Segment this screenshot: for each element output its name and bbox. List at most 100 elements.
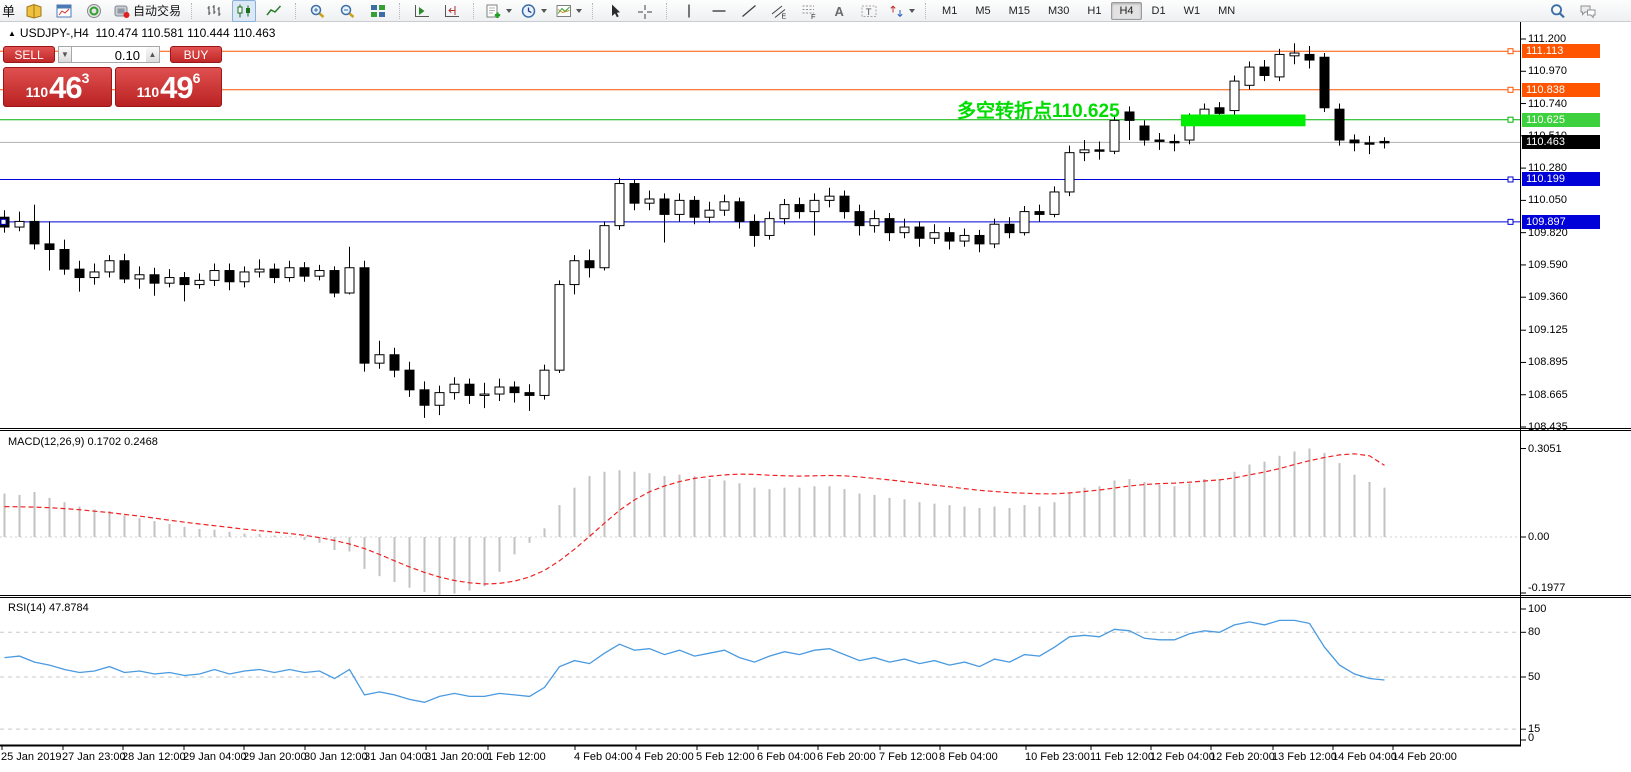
buy-price-display[interactable]: 110496: [115, 67, 222, 107]
arrows-icon: [888, 3, 906, 19]
bear-candle: [945, 233, 954, 241]
bear-candle: [975, 235, 984, 243]
bull-candle: [765, 219, 774, 236]
chart-window-button[interactable]: [52, 0, 76, 22]
autotrading-button[interactable]: 自动交易: [112, 0, 182, 22]
buy-button[interactable]: BUY: [170, 46, 222, 63]
macd-axis-label: 0.00: [1528, 531, 1549, 543]
volume-increase-button[interactable]: ▲: [146, 46, 160, 63]
bull-candle: [15, 221, 24, 227]
equidistant-channel-button[interactable]: E: [767, 0, 791, 22]
timeframe-button-h1[interactable]: H1: [1079, 2, 1109, 20]
new-order-button[interactable]: [22, 0, 46, 22]
bear-candle: [915, 227, 924, 238]
line-anchor-marker[interactable]: [1508, 117, 1513, 122]
timeframe-button-mn[interactable]: MN: [1210, 2, 1243, 20]
tile-windows-button[interactable]: [366, 0, 390, 22]
volume-input[interactable]: 0.10: [72, 46, 146, 63]
fibonacci-button[interactable]: F: [797, 0, 821, 22]
horizontal-line-button[interactable]: [707, 0, 731, 22]
dropdown-caret-icon[interactable]: [541, 9, 547, 13]
line-anchor-marker[interactable]: [1508, 219, 1513, 224]
chat-icon: [1579, 3, 1597, 19]
sell-price-display[interactable]: 110463: [3, 67, 112, 107]
zoom-out-icon: [339, 3, 357, 19]
bull-candle: [990, 224, 999, 244]
pivot-annotation-text[interactable]: 多空转折点110.625: [957, 96, 1120, 123]
new-order-plus-button[interactable]: [484, 0, 513, 22]
bull-candle: [1080, 150, 1089, 153]
collapse-icon[interactable]: ▲: [8, 29, 16, 38]
fibonacci-icon: F: [800, 3, 818, 19]
zoom-out-button[interactable]: [336, 0, 360, 22]
price-badge-110.463: 110.463: [1522, 135, 1600, 149]
period-button[interactable]: [519, 0, 548, 22]
bull-candle: [1020, 212, 1029, 233]
bear-candle: [405, 370, 414, 390]
bull-candle: [960, 235, 969, 241]
text-button[interactable]: A: [827, 0, 851, 22]
bear-candle: [1365, 143, 1374, 144]
sell-button[interactable]: SELL: [3, 46, 55, 63]
timeframe-button-w1[interactable]: W1: [1176, 2, 1209, 20]
bear-candle: [1380, 141, 1389, 142]
timeframe-button-m1[interactable]: M1: [934, 2, 965, 20]
search-button[interactable]: [1546, 0, 1570, 22]
candlestick-chart-button[interactable]: [232, 0, 256, 22]
tile-windows-icon: [369, 3, 387, 19]
bear-candle: [1320, 57, 1329, 108]
toolbar-separator: [295, 3, 297, 19]
bull-candle: [810, 200, 819, 211]
line-anchor-marker[interactable]: [1, 219, 6, 224]
trendline-button[interactable]: [737, 0, 761, 22]
dropdown-caret-icon[interactable]: [576, 9, 582, 13]
timeframe-button-m30[interactable]: M30: [1040, 2, 1077, 20]
text-label-button[interactable]: T: [857, 0, 881, 22]
price-badge-110.625: 110.625: [1522, 113, 1600, 127]
line-anchor-marker[interactable]: [1508, 49, 1513, 54]
vertical-line-icon: [680, 3, 698, 19]
bull-candle: [930, 233, 939, 239]
dropdown-caret-icon[interactable]: [909, 9, 915, 13]
vertical-line-button[interactable]: [677, 0, 701, 22]
pivot-zone-rectangle[interactable]: [1181, 114, 1306, 126]
price-axis-label: 108.895: [1528, 356, 1568, 368]
bear-candle: [660, 199, 669, 214]
line-anchor-marker[interactable]: [1508, 177, 1513, 182]
svg-text:T: T: [866, 6, 872, 17]
template-button[interactable]: [554, 0, 583, 22]
crosshair-button[interactable]: [633, 0, 657, 22]
rsi-axis-label: 80: [1528, 626, 1540, 638]
time-axis-label: 27 Jan 23:00: [62, 751, 126, 763]
auto-scroll-button[interactable]: [410, 0, 434, 22]
line-chart-icon: [265, 3, 283, 19]
volume-decrease-button[interactable]: ▼: [58, 46, 72, 63]
navigator-button[interactable]: [82, 0, 106, 22]
toolbar-separator: [399, 3, 401, 19]
timeframe-button-m15[interactable]: M15: [1001, 2, 1038, 20]
timeframe-button-m5[interactable]: M5: [967, 2, 998, 20]
chart-canvas[interactable]: [0, 0, 1631, 772]
time-axis-label: 31 Jan 04:00: [364, 751, 428, 763]
bear-candle: [225, 271, 234, 282]
price-axis-label: 109.125: [1528, 324, 1568, 336]
dropdown-caret-icon[interactable]: [506, 9, 512, 13]
toolbar-separator: [666, 3, 668, 19]
bear-candle: [585, 261, 594, 268]
bar-chart-button[interactable]: [202, 0, 226, 22]
timeframe-button-d1[interactable]: D1: [1144, 2, 1174, 20]
time-axis-label: 6 Feb 04:00: [757, 751, 816, 763]
line-chart-button[interactable]: [262, 0, 286, 22]
bear-candle: [795, 205, 804, 212]
zoom-in-button[interactable]: [306, 0, 330, 22]
price-axis-label: 110.740: [1528, 98, 1567, 110]
sell-price-big: 46: [49, 73, 81, 103]
chat-button[interactable]: [1576, 0, 1600, 22]
bear-candle: [1035, 212, 1044, 215]
arrows-button[interactable]: [887, 0, 916, 22]
chart-shift-button[interactable]: [440, 0, 464, 22]
timeframe-button-h4[interactable]: H4: [1111, 2, 1141, 20]
cursor-button[interactable]: [603, 0, 627, 22]
svg-text:E: E: [782, 13, 787, 19]
line-anchor-marker[interactable]: [1508, 87, 1513, 92]
